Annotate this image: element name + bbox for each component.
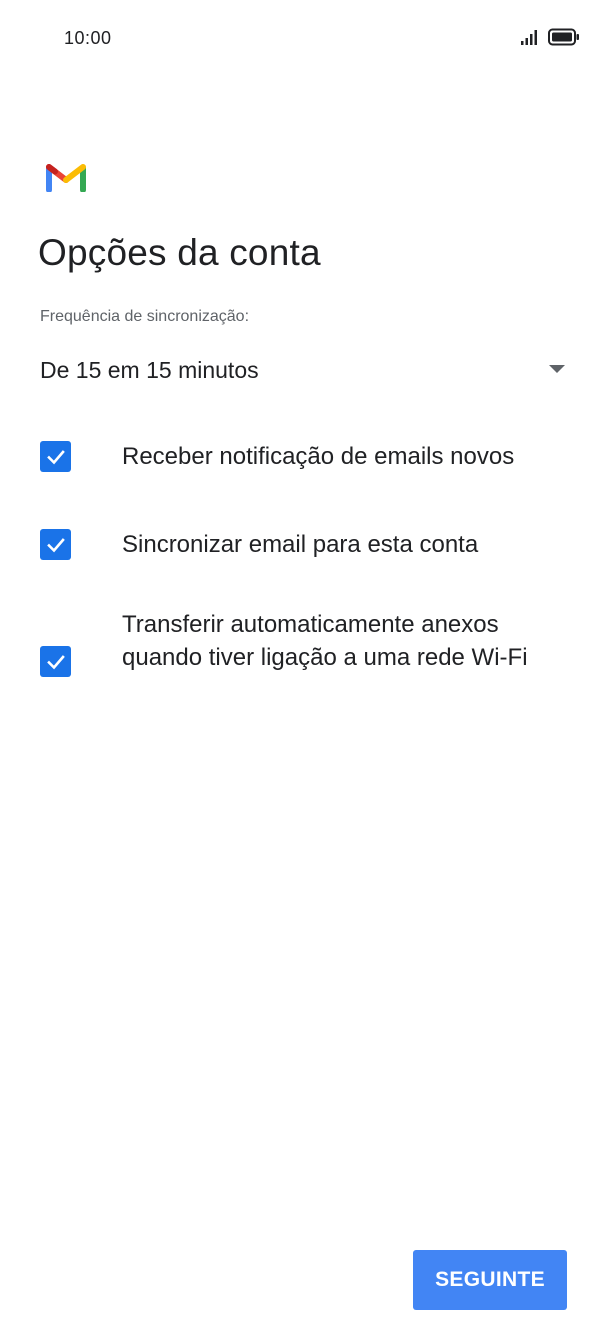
option-label: Sincronizar email para esta conta	[122, 531, 479, 558]
sync-frequency-dropdown[interactable]: De 15 em 15 minutos	[40, 348, 566, 392]
screen: 10:00 Opções da conta Frequência de sinc…	[0, 0, 606, 1339]
sync-checkbox[interactable]	[40, 529, 71, 560]
option-label: Transferir automaticamente anexos quando…	[122, 611, 528, 671]
notify-checkbox[interactable]	[40, 441, 71, 472]
status-bar: 10:00	[0, 0, 606, 80]
option-auto-download-attachments[interactable]: Transferir automaticamente anexos quando…	[40, 611, 566, 711]
attachments-checkbox[interactable]	[40, 646, 71, 677]
page-title: Opções da conta	[38, 232, 321, 273]
signal-icon	[520, 29, 540, 50]
status-icons	[520, 28, 580, 51]
sync-frequency-value: De 15 em 15 minutos	[40, 356, 259, 383]
sync-frequency-label: Frequência de sincronização:	[40, 308, 250, 325]
next-button[interactable]: SEGUINTE	[413, 1250, 567, 1310]
gmail-logo-icon	[46, 160, 86, 193]
status-time: 10:00	[64, 28, 112, 48]
check-icon	[46, 449, 65, 464]
dropdown-arrow-icon	[548, 361, 566, 379]
option-sync-email[interactable]: Sincronizar email para esta conta	[40, 528, 566, 561]
battery-icon	[548, 28, 580, 51]
check-icon	[46, 654, 65, 669]
check-icon	[46, 537, 65, 552]
option-label: Receber notificação de emails novos	[122, 443, 515, 470]
option-notify-new-emails[interactable]: Receber notificação de emails novos	[40, 440, 566, 473]
